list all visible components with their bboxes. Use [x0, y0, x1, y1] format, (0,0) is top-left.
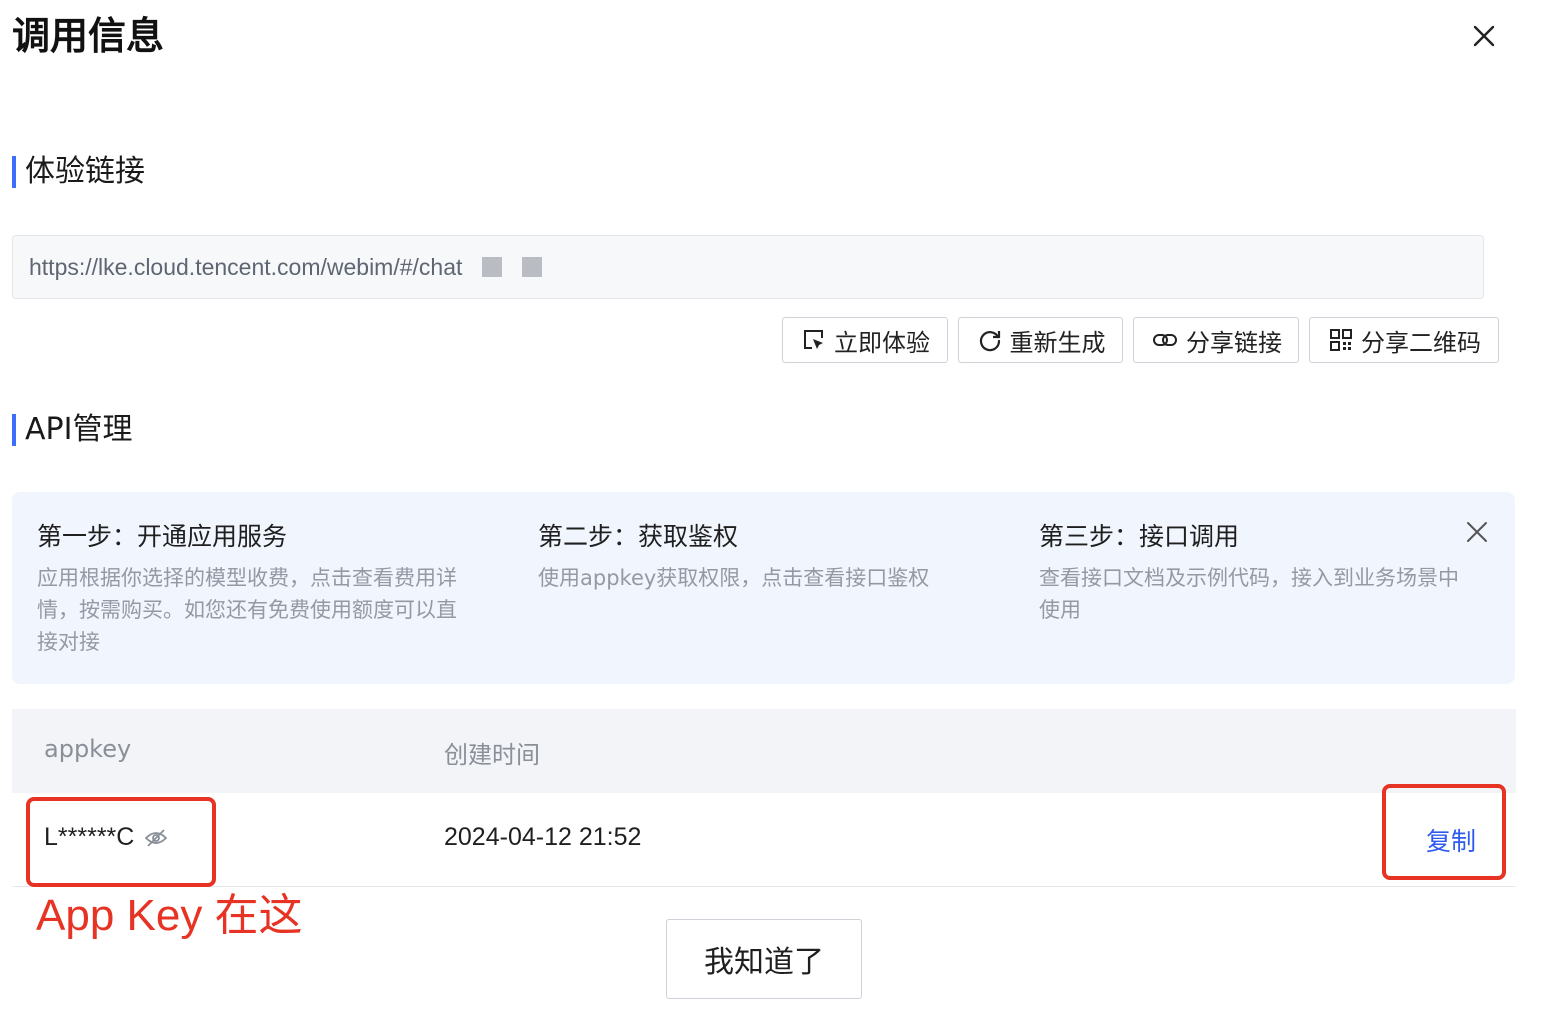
share-link-label: 分享链接	[1186, 328, 1282, 357]
step-description[interactable]: 应用根据你选择的模型收费，点击查看费用详情，按需购买。如您还有免费使用额度可以直…	[37, 562, 477, 658]
step-title: 第二步：获取鉴权	[538, 522, 739, 551]
table-header: appkey 创建时间	[12, 709, 1516, 793]
highlight-box-copy	[1382, 784, 1506, 880]
experience-section-label: 体验链接	[25, 154, 145, 189]
table-row: L******C 2024-04-12 21:52 复制	[12, 793, 1516, 887]
column-header-created-time: 创建时间	[444, 741, 540, 769]
step-title: 第三步：接口调用	[1039, 522, 1240, 551]
step-title: 第一步：开通应用服务	[37, 522, 288, 551]
experience-section-title: 体验链接	[12, 152, 145, 192]
column-header-appkey: appkey	[44, 735, 132, 763]
cursor-click-icon	[802, 328, 826, 352]
experience-link-field[interactable]: https://lke.cloud.tencent.com/webim/#/ch…	[12, 235, 1484, 299]
confirm-button[interactable]: 我知道了	[666, 919, 862, 999]
appkey-table: appkey 创建时间 L******C 2024-04-12 21:52 复制	[12, 709, 1516, 887]
share-qrcode-button[interactable]: 分享二维码	[1309, 317, 1499, 363]
redaction-block	[522, 257, 543, 277]
link-action-bar: 立即体验 重新生成 分享链接 分享二维码	[782, 317, 1499, 363]
regenerate-button[interactable]: 重新生成	[958, 317, 1123, 363]
refresh-icon	[978, 328, 1002, 352]
api-section-label: API管理	[25, 412, 133, 447]
step-description[interactable]: 查看接口文档及示例代码，接入到业务场景中使用	[1039, 562, 1479, 626]
section-accent-bar	[12, 414, 16, 446]
close-icon	[1467, 522, 1487, 542]
annotation-label: App Key 在这	[36, 891, 303, 940]
section-accent-bar	[12, 156, 16, 188]
share-link-button[interactable]: 分享链接	[1133, 317, 1299, 363]
call-info-dialog: 调用信息 体验链接 https://lke.cloud.tencent.com/…	[0, 0, 1548, 1016]
redaction-block	[482, 257, 503, 277]
steps-guide-panel: 第一步：开通应用服务 应用根据你选择的模型收费，点击查看费用详情，按需购买。如您…	[12, 492, 1515, 684]
try-now-button[interactable]: 立即体验	[782, 317, 948, 363]
step-card: 第三步：接口调用 查看接口文档及示例代码，接入到业务场景中使用	[1039, 520, 1479, 626]
try-now-label: 立即体验	[834, 328, 930, 357]
close-icon	[1473, 25, 1495, 47]
regenerate-label: 重新生成	[1009, 328, 1106, 357]
steps-close-button[interactable]	[1463, 518, 1491, 546]
share-qrcode-label: 分享二维码	[1361, 328, 1481, 357]
close-button[interactable]	[1464, 16, 1504, 56]
step-card: 第二步：获取鉴权 使用appkey获取权限，点击查看接口鉴权	[538, 520, 978, 594]
qrcode-icon	[1329, 328, 1353, 352]
created-time-cell: 2024-04-12 21:52	[444, 823, 642, 851]
api-section-title: API管理	[12, 410, 132, 450]
step-description[interactable]: 使用appkey获取权限，点击查看接口鉴权	[538, 562, 978, 594]
experience-link-text: https://lke.cloud.tencent.com/webim/#/ch…	[29, 253, 463, 280]
highlight-box-appkey	[26, 797, 216, 887]
dialog-title: 调用信息	[12, 14, 165, 58]
link-icon	[1152, 328, 1178, 352]
step-card: 第一步：开通应用服务 应用根据你选择的模型收费，点击查看费用详情，按需购买。如您…	[37, 520, 477, 658]
